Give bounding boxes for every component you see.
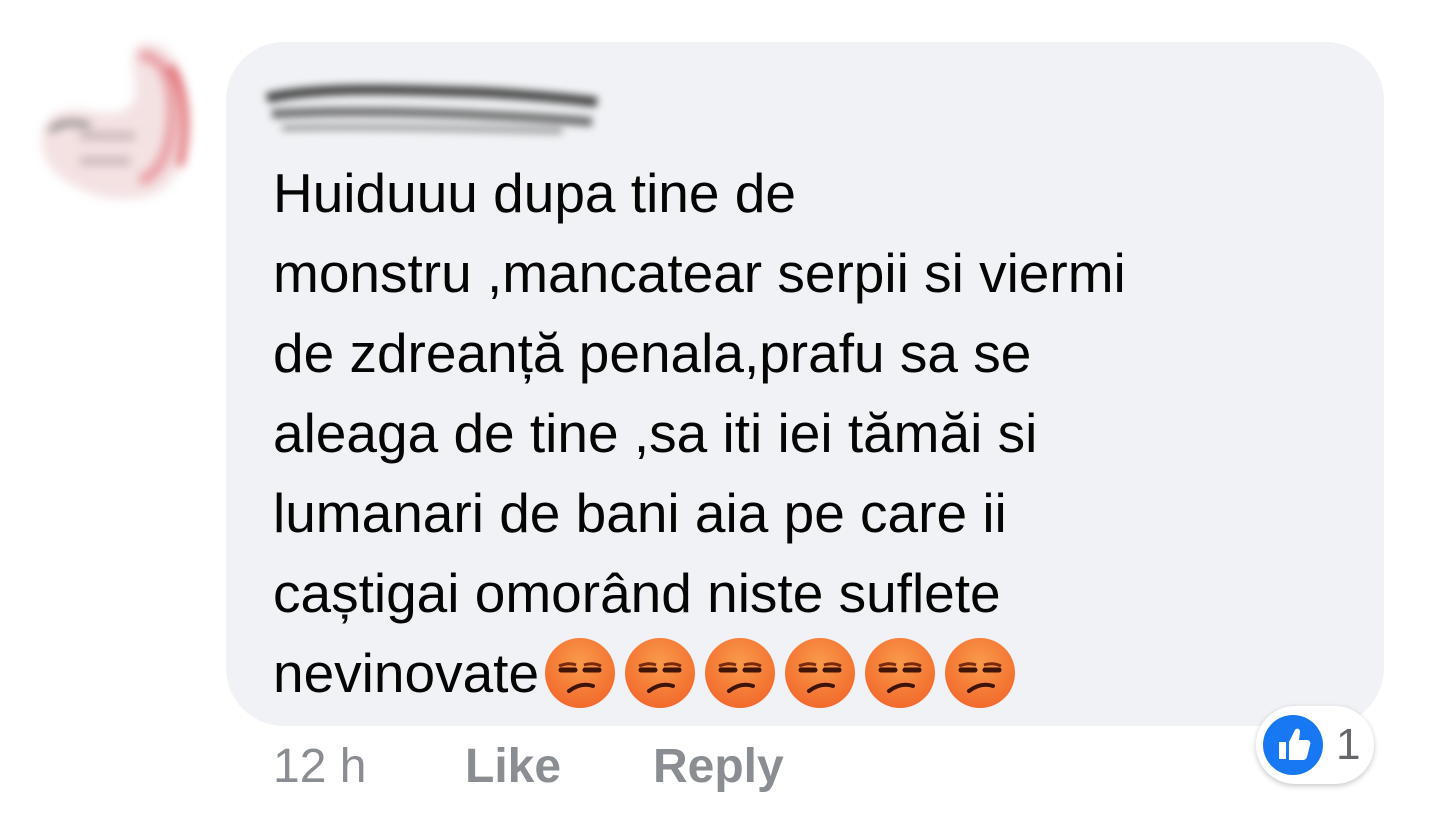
comment-screen: Huiduuu dupa tine de monstru ,mancatear … [0, 0, 1433, 839]
comment-line: nevinovate [273, 642, 540, 704]
comment-line: monstru ,mancatear serpii si viermi [273, 242, 1126, 304]
comment-line: lumanari de bani aia pe care ii [273, 482, 1007, 544]
comment-line: aleaga de tine ,sa iti iei tămăi si [273, 402, 1038, 464]
unamused-face-icon [623, 636, 697, 710]
emoji-row [543, 629, 1023, 710]
timestamp[interactable]: 12 h [273, 732, 366, 802]
unamused-face-icon [543, 636, 617, 710]
comment-line: de zdreanță penala,prafu sa se [273, 322, 1032, 384]
unamused-face-icon [863, 636, 937, 710]
comment-last-line: nevinovate [273, 633, 1353, 718]
comment-line: caștigai omorând niste suflete [273, 562, 1001, 624]
comment-text: Huiduuu dupa tine de monstru ,mancatear … [273, 153, 1353, 718]
author-name-redacted[interactable] [262, 76, 607, 136]
reply-button[interactable]: Reply [653, 732, 784, 802]
avatar[interactable] [20, 36, 220, 211]
unamused-face-icon [783, 636, 857, 710]
unamused-face-icon [703, 636, 777, 710]
reaction-summary[interactable]: 1 [1256, 706, 1374, 784]
thumbs-up-icon [1262, 714, 1324, 776]
unamused-face-icon [943, 636, 1017, 710]
reaction-count: 1 [1336, 720, 1361, 769]
comment-line: Huiduuu dupa tine de [273, 162, 796, 224]
like-button[interactable]: Like [465, 732, 561, 802]
